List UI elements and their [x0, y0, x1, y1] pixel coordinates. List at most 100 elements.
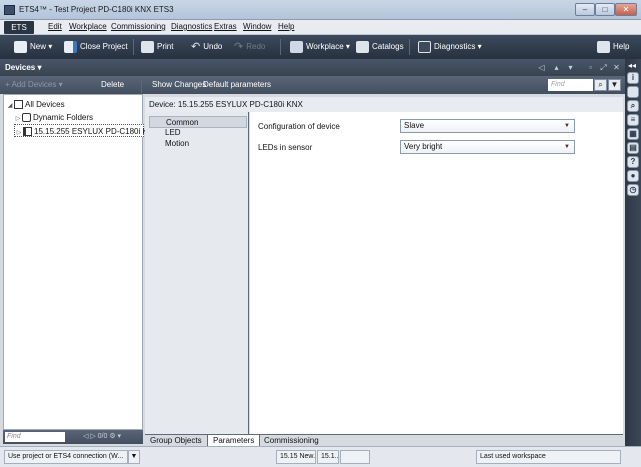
menu-extras[interactable]: Extras: [214, 22, 237, 31]
expand-icon[interactable]: ▾: [565, 62, 576, 73]
undo-icon: ↶: [191, 41, 201, 53]
list-icon[interactable]: ≡: [627, 114, 639, 126]
maximize-panel-icon[interactable]: ⤢: [598, 62, 609, 73]
tree-item-all-devices[interactable]: ◢ All Devices: [6, 98, 65, 111]
tree-item-dynamic-folders[interactable]: ▷ Dynamic Folders: [14, 111, 93, 124]
search-icon[interactable]: ⌕: [627, 100, 639, 112]
view-tabs: Group Objects Parameters Commissioning: [145, 434, 623, 447]
leds-select[interactable]: Very bright ▼: [400, 140, 575, 154]
param-label: LEDs in sensor: [258, 143, 313, 152]
param-label: Configuration of device: [258, 122, 340, 131]
close-window-button[interactable]: ✕: [615, 3, 637, 16]
devices-toolbar: + Add Devices ▾ Delete Show Changes Defa…: [0, 76, 625, 94]
tree-item-label: All Devices: [25, 100, 65, 109]
diagnostics-label: Diagnostics ▾: [434, 42, 482, 51]
calendar-icon[interactable]: ▤: [627, 142, 639, 154]
help-button[interactable]: Help: [597, 35, 629, 59]
new-document-icon: [14, 41, 27, 53]
print-icon: [141, 41, 154, 53]
collapse-icon[interactable]: ▴: [551, 62, 562, 73]
connection-status: Use project or ETS4 connection (W...: [4, 450, 128, 464]
tree-item-label: 15.15.255 ESYLUX PD-C180i KNX: [34, 127, 159, 136]
parameter-editor: Configuration of device Slave ▼ LEDs in …: [250, 112, 623, 434]
menu-ets[interactable]: ETS: [4, 21, 34, 34]
show-changes-button[interactable]: Show Changes: [152, 80, 206, 89]
window-title: ETS4™ - Test Project PD-C180i KNX ETS3: [19, 5, 174, 14]
workplace-label: Workplace ▾: [306, 42, 350, 51]
tree-find-input[interactable]: Find: [5, 432, 65, 442]
undo-label: Undo: [203, 42, 223, 51]
close-panel-icon[interactable]: ✕: [611, 62, 622, 73]
workplace-button[interactable]: Workplace ▾: [290, 35, 350, 59]
toolbar-separator: [133, 39, 134, 55]
param-group-common[interactable]: Common: [149, 116, 247, 128]
delete-button[interactable]: Delete: [101, 80, 124, 89]
expand-arrow-icon[interactable]: ◢: [6, 100, 14, 113]
folder-icon[interactable]: [627, 86, 639, 98]
side-toolbar: ◂◂ i ⌕ ≡ ▦ ▤ ? ● ◷: [625, 59, 641, 446]
menu-edit[interactable]: Edit: [48, 22, 62, 31]
clock-icon[interactable]: ◷: [627, 184, 639, 196]
maximize-button[interactable]: □: [595, 3, 615, 16]
find-input[interactable]: Find: [548, 79, 593, 91]
menu-diagnostics[interactable]: Diagnostics: [171, 22, 212, 31]
connection-dropdown-icon[interactable]: ▼: [128, 450, 140, 464]
menu-workplace[interactable]: Workplace: [69, 22, 107, 31]
device-title: Device: 15.15.255 ESYLUX PD-C180i KNX: [145, 97, 623, 112]
new-button[interactable]: New ▾: [14, 35, 52, 59]
toolbar-separator: [280, 39, 281, 55]
workplace-icon: [290, 41, 303, 53]
close-project-label: Close Project: [80, 42, 128, 51]
info-icon[interactable]: i: [627, 72, 639, 84]
diagnostics-icon: [418, 41, 431, 53]
tree-item-device[interactable]: ▷ 15.15.255 ESYLUX PD-C180i KNX: [14, 124, 159, 140]
search-icon[interactable]: ⌕: [594, 79, 607, 91]
grid-icon[interactable]: ▦: [627, 128, 639, 140]
catalogs-button[interactable]: Catalogs: [356, 35, 404, 59]
title-bar: ETS4™ - Test Project PD-C180i KNX ETS3 –…: [0, 0, 641, 20]
undo-button[interactable]: ↶ Undo: [191, 35, 222, 59]
menu-window[interactable]: Window: [243, 22, 271, 31]
devices-icon: [14, 100, 23, 110]
menu-help[interactable]: Help: [278, 22, 294, 31]
menu-commissioning[interactable]: Commissioning: [111, 22, 166, 31]
select-value: Slave: [404, 121, 425, 130]
undock-icon[interactable]: ◁: [536, 62, 547, 73]
dropdown-arrow-icon: ▼: [564, 123, 570, 129]
tree-item-label: Dynamic Folders: [33, 113, 94, 122]
redo-icon: ↷: [234, 41, 244, 53]
device-status: 15.1...: [317, 450, 339, 464]
help-book-icon: [597, 41, 610, 53]
question-icon[interactable]: ?: [627, 156, 639, 168]
help-label: Help: [613, 42, 630, 51]
redo-label: Redo: [246, 42, 266, 51]
diagnostics-button[interactable]: Diagnostics ▾: [418, 35, 482, 59]
collapse-sidebar-icon[interactable]: ◂◂: [628, 61, 636, 70]
configuration-select[interactable]: Slave ▼: [400, 119, 575, 133]
expand-arrow-icon[interactable]: ▷: [15, 127, 23, 140]
default-parameters-button[interactable]: Default parameters: [203, 80, 271, 89]
search-icon[interactable]: ⌕: [58, 431, 62, 441]
tree-pager[interactable]: ◁ ▷ 0/0 ⚙ ▾: [83, 432, 121, 440]
parameter-groups: Common LED Motion: [145, 112, 249, 434]
device-tree: ◢ All Devices ▷ Dynamic Folders ▷ 15.15.255…: [3, 94, 159, 430]
filter-icon[interactable]: ▼: [608, 79, 621, 91]
param-group-motion[interactable]: Motion: [165, 138, 189, 150]
redo-button[interactable]: ↷ Redo: [234, 35, 265, 59]
minimize-panel-icon[interactable]: ▫: [585, 62, 596, 73]
line-status: 15.15 New...: [276, 450, 316, 464]
tree-footer: Find ⌕ ◁ ▷ 0/0 ⚙ ▾: [3, 430, 143, 444]
main-toolbar: New ▾ Close Project Print ↶ Undo ↷ Redo …: [0, 35, 641, 59]
print-button[interactable]: Print: [141, 35, 173, 59]
tag-icon[interactable]: ●: [627, 170, 639, 182]
minimize-button[interactable]: –: [575, 3, 595, 16]
devices-panel-header: Devices ▾ ◁ ▴ ▾ ▫ ⤢ ✕: [0, 59, 641, 76]
devices-panel-title[interactable]: Devices ▾: [5, 63, 41, 72]
select-value: Very bright: [404, 142, 443, 151]
new-button-label: New ▾: [30, 42, 53, 51]
close-project-button[interactable]: Close Project: [64, 35, 128, 59]
toolbar-separator: [409, 39, 410, 55]
add-devices-button[interactable]: + Add Devices ▾: [5, 80, 63, 89]
add-devices-label: Add Devices ▾: [11, 80, 63, 89]
folder-icon: [22, 113, 31, 123]
